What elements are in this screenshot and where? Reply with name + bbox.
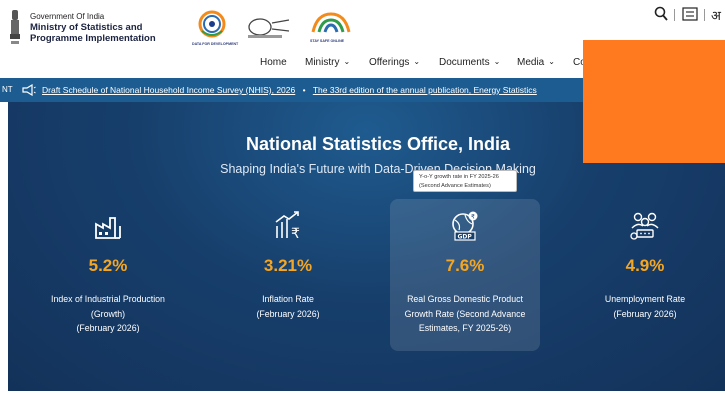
stat-value: 4.9% [625, 256, 665, 275]
megaphone-icon [22, 84, 36, 96]
language-icon[interactable] [682, 7, 698, 21]
stat-value: 5.2% [88, 256, 128, 275]
stat-card-unemployment[interactable]: 4.9% Unemployment Rate (February 2026) [570, 199, 720, 351]
org-line-3: Programme Implementation [30, 33, 156, 44]
stat-label-line: Unemployment Rate [604, 294, 686, 304]
nav-media-label: Media [517, 57, 545, 68]
nav-home[interactable]: Home [260, 56, 287, 70]
stat-label-line: Inflation Rate [262, 294, 314, 304]
stat-value: 7.6% [445, 256, 485, 275]
stat-card-inflation[interactable]: ₹ 3.21% Inflation Rate (February 2026) [213, 199, 363, 351]
gdp-globe-icon: ₹ GDP [452, 211, 478, 241]
search-icon[interactable] [654, 6, 668, 22]
ministry-name[interactable]: Government Of India Ministry of Statisti… [30, 11, 156, 44]
stat-label: Real Gross Domestic Product Growth Rate … [390, 292, 540, 336]
people-group-icon [630, 212, 659, 240]
data-for-development-logo [198, 10, 226, 38]
stat-label-line: Real Gross Domestic Product [407, 294, 523, 304]
g20-style-logo [248, 18, 290, 38]
stat-label: Inflation Rate (February 2026) [213, 292, 363, 321]
stat-card-iip[interactable]: 5.2% Index of Industrial Production (Gro… [33, 199, 183, 351]
tool-divider [704, 9, 705, 21]
ticker-separator: • [302, 85, 306, 95]
chevron-down-icon: ⌄ [548, 57, 555, 66]
ticker-label: NT [2, 85, 13, 94]
nav-ministry-label: Ministry [305, 57, 340, 68]
nav-offerings[interactable]: Offerings ⌄ [369, 56, 420, 70]
national-emblem-icon [10, 10, 20, 44]
stat-value: 3.21% [263, 256, 313, 275]
nav-media[interactable]: Media ⌄ [517, 56, 555, 70]
factory-icon [95, 217, 121, 239]
stat-label: Index of Industrial Production (Growth) … [33, 292, 183, 336]
tooltip-line: Y-o-Y growth rate in FY 2025-26 [419, 174, 499, 180]
stat-label-line: Index of Industrial Production [51, 294, 165, 304]
ticker-track: Draft Schedule of National Household Inc… [42, 78, 537, 102]
org-line-2: Ministry of Statistics and [30, 22, 143, 33]
stat-label-line: (February 2026) [613, 308, 677, 319]
rupee-growth-icon: ₹ [275, 211, 300, 242]
nav-documents-label: Documents [439, 57, 490, 68]
svg-text:₹: ₹ [471, 214, 475, 221]
nav-documents[interactable]: Documents ⌄ [439, 56, 500, 70]
gdp-tooltip: Y-o-Y growth rate in FY 2025-26 (Second … [413, 170, 517, 192]
org-line-1: Government Of India [30, 12, 105, 21]
hero-subtitle: Shaping India's Future with Data-Driven … [220, 162, 536, 176]
stat-label-line: Growth Rate (Second Advance [404, 308, 526, 319]
tool-divider [674, 9, 675, 21]
logo-caption: STAY SAFE ONLINE [310, 39, 345, 43]
nav-ministry[interactable]: Ministry ⌄ [305, 56, 350, 70]
chevron-down-icon: ⌄ [343, 57, 351, 66]
tooltip-line: (Second Advance Estimates) [419, 182, 491, 189]
stat-card-gdp[interactable]: ₹ GDP 7.6% Real Gross Domestic Product G… [390, 199, 540, 351]
ticker-link[interactable]: The 33rd edition of the annual publicati… [313, 85, 537, 95]
chevron-down-icon: ⌄ [413, 57, 421, 66]
chevron-down-icon: ⌄ [493, 57, 501, 66]
ticker-link[interactable]: Draft Schedule of National Household Inc… [42, 85, 295, 95]
svg-text:GDP: GDP [458, 234, 473, 241]
stat-label-line: (February 2026) [76, 323, 140, 333]
hindi-language-toggle[interactable]: अ [711, 6, 721, 24]
stat-label-line: Estimates, FY 2025-26) [418, 323, 512, 333]
nav-home-label: Home [260, 57, 287, 68]
logo-caption: DATA FOR DEVELOPMENT [192, 42, 239, 46]
stat-label-line: (Growth) [90, 308, 126, 319]
nav-offerings-label: Offerings [369, 57, 410, 68]
stay-safe-online-logo [311, 12, 351, 33]
stat-label: Unemployment Rate (February 2026) [570, 292, 720, 321]
stat-label-line: (February 2026) [256, 308, 320, 319]
svg-text:₹: ₹ [291, 226, 300, 242]
orange-overlay-block [583, 40, 725, 163]
